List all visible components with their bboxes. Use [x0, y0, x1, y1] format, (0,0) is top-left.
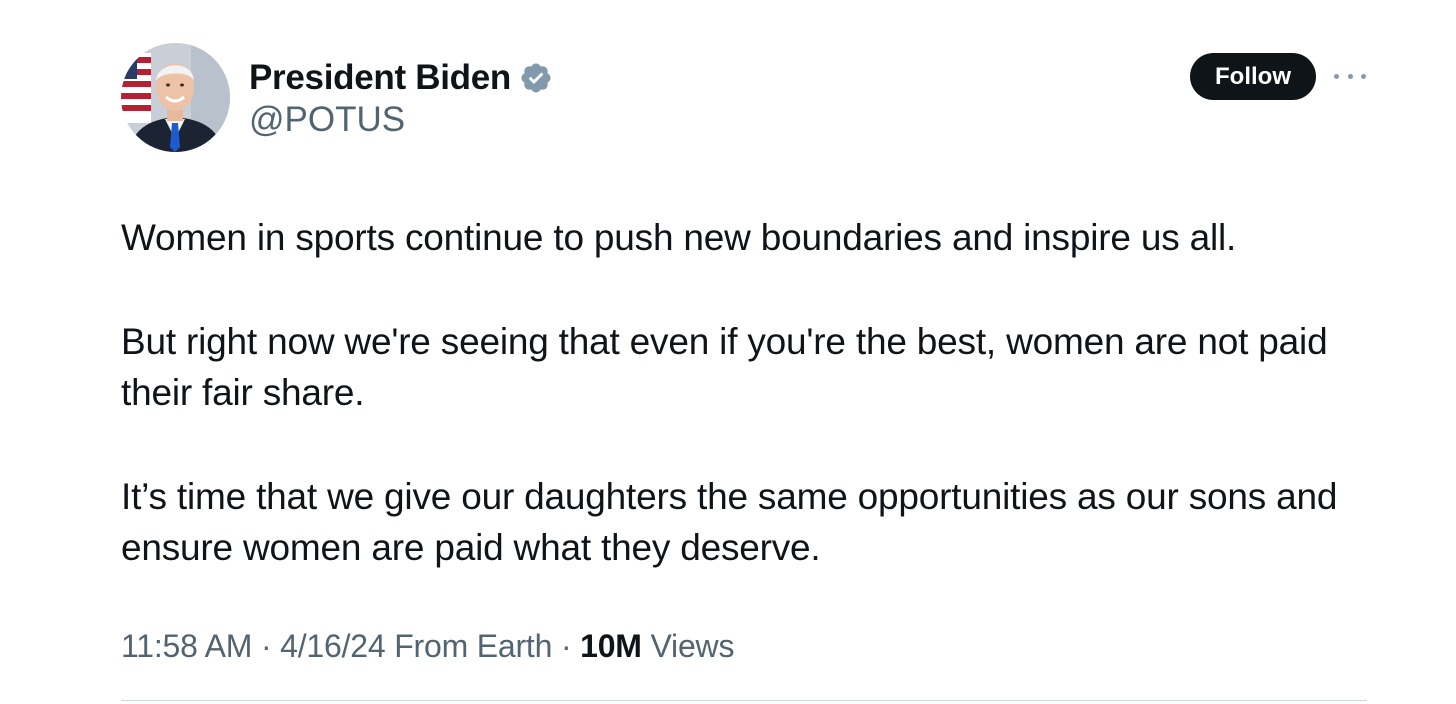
tweet-time[interactable]: 11:58 AM — [121, 628, 252, 664]
tweet-text: Women in sports continue to push new bou… — [121, 212, 1371, 573]
verified-badge-icon[interactable] — [519, 61, 553, 95]
more-dot — [1361, 73, 1366, 79]
views-label[interactable]: Views — [650, 628, 734, 664]
avatar[interactable] — [121, 43, 230, 152]
author-name-row: President Biden — [249, 56, 553, 100]
follow-button[interactable]: Follow — [1190, 53, 1316, 100]
author-handle[interactable]: @POTUS — [249, 100, 405, 140]
more-horizontal-icon[interactable] — [1334, 66, 1366, 86]
tweet-source: From Earth — [394, 628, 553, 664]
author-display-name[interactable]: President Biden — [249, 58, 511, 98]
tweet-meta: 11:58 AM · 4/16/24 From Earth · 10M View… — [121, 628, 734, 665]
tweet-paragraph: But right now we're seeing that even if … — [121, 321, 1328, 413]
views-count[interactable]: 10M — [580, 628, 642, 664]
tweet-card: President Biden @POTUS Follow Women in s… — [0, 0, 1456, 704]
meta-separator: · — [260, 628, 272, 664]
tweet-paragraph: It’s time that we give our daughters the… — [121, 476, 1338, 568]
tweet-paragraph: Women in sports continue to push new bou… — [121, 217, 1237, 258]
meta-separator: · — [560, 628, 572, 664]
avatar-photo — [121, 43, 230, 152]
tweet-date[interactable]: 4/16/24 — [280, 628, 386, 664]
divider — [121, 700, 1367, 701]
more-dot — [1334, 73, 1339, 79]
more-dot — [1347, 73, 1353, 79]
